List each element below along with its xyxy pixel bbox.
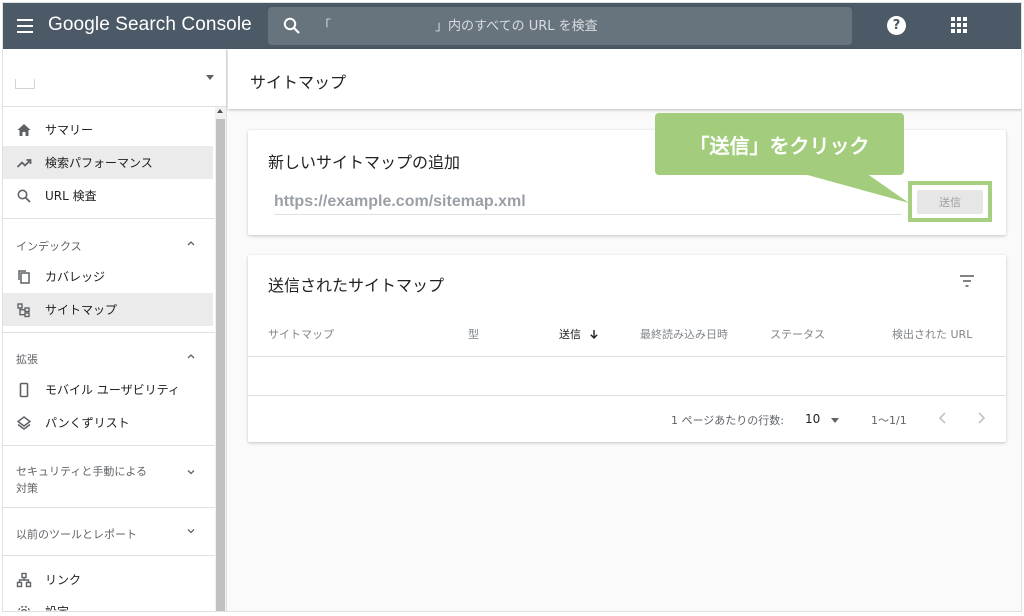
rows-per-page-select[interactable]: 10	[805, 412, 820, 426]
column-header-last-read[interactable]: 最終読み込み日時	[640, 326, 728, 342]
scroll-up-arrow-icon[interactable]	[217, 109, 223, 113]
column-header-label: 送信	[559, 328, 581, 341]
section-label: インデックス	[16, 240, 82, 253]
top-app-bar: Google Search Console ?	[3, 3, 1021, 49]
copy-icon	[18, 269, 30, 284]
page-title: サイトマップ	[250, 73, 347, 92]
sidebar-item-label: モバイル ユーザビリティ	[45, 383, 180, 397]
sidebar-divider	[3, 445, 215, 446]
app-window: Google Search Console ? サマリー 検索パフォーマンス	[2, 2, 1022, 612]
sidebar-divider	[3, 332, 215, 333]
sidebar-item-performance[interactable]: 検索パフォーマンス	[3, 146, 213, 179]
sitemap-icon	[17, 302, 30, 317]
column-header-submitted[interactable]: 送信	[559, 326, 599, 342]
sidebar-divider	[3, 218, 215, 219]
caret-down-icon	[206, 75, 214, 80]
section-label-line: 対策	[16, 482, 38, 495]
sidebar-item-url-inspection[interactable]: URL 検査	[3, 179, 213, 212]
sidebar-item-mobile-usability[interactable]: モバイル ユーザビリティ	[3, 373, 213, 406]
sidebar-item-settings[interactable]: 設定	[3, 595, 213, 612]
sidebar-item-summary[interactable]: サマリー	[3, 113, 213, 146]
section-label-line: セキュリティと手動による	[16, 465, 148, 478]
callout-text: 「送信」をクリック	[689, 134, 870, 158]
help-icon[interactable]: ?	[887, 16, 906, 35]
sidebar-section-security[interactable]: セキュリティと手動による 対策	[3, 455, 213, 495]
link-tree-icon	[16, 572, 32, 587]
url-inspection-search[interactable]	[268, 7, 852, 45]
sidebar-item-label: パンくずリスト	[45, 416, 130, 430]
chevron-down-icon	[187, 470, 195, 475]
scrollbar-thumb[interactable]	[216, 119, 225, 611]
caret-down-icon[interactable]	[831, 418, 839, 423]
sidebar-item-label: リンク	[45, 573, 82, 587]
trending-up-icon	[16, 158, 32, 168]
rows-per-page-label: 1 ページあたりの行数:	[671, 414, 784, 427]
table-header-divider	[248, 356, 1006, 357]
sidebar-section-legacy-tools[interactable]: 以前のツールとレポート	[3, 517, 213, 547]
chevron-left-icon[interactable]	[936, 410, 950, 426]
column-header-sitemap[interactable]: サイトマップ	[268, 326, 334, 342]
sidebar-item-links[interactable]: リンク	[3, 563, 213, 596]
smartphone-icon	[19, 382, 29, 397]
page-header: サイトマップ	[228, 49, 1021, 109]
column-header-status[interactable]: ステータス	[770, 326, 825, 342]
card-title: 送信されたサイトマップ	[268, 276, 445, 295]
section-label: 以前のツールとレポート	[16, 528, 137, 541]
callout-annotation: 「送信」をクリック	[655, 113, 904, 175]
submit-button[interactable]: 送信	[917, 190, 983, 214]
gear-icon	[17, 605, 31, 611]
submitted-sitemaps-card: 送信されたサイトマップ サイトマップ 型 送信 最終読み込み日時 ステータス 検…	[248, 255, 1006, 442]
sidebar-item-label: サマリー	[45, 123, 94, 137]
table-footer-divider	[248, 395, 1006, 396]
submit-highlight-box: 送信	[908, 181, 992, 222]
arrow-down-icon	[589, 330, 598, 339]
sidebar-item-label: 検索パフォーマンス	[45, 156, 153, 170]
card-title: 新しいサイトマップの追加	[268, 153, 461, 172]
layers-icon	[16, 415, 32, 430]
sidebar-scrollbar[interactable]	[215, 107, 226, 611]
sidebar-item-label: カバレッジ	[45, 270, 106, 284]
search-icon	[283, 17, 300, 34]
chevron-down-icon	[187, 529, 195, 534]
hamburger-menu-icon[interactable]	[15, 15, 37, 37]
apps-grid-icon[interactable]	[951, 17, 967, 33]
home-icon	[17, 123, 31, 136]
page-range: 1〜1/1	[871, 414, 907, 427]
sidebar-divider	[3, 507, 215, 508]
filter-icon[interactable]	[959, 274, 975, 288]
property-name	[15, 79, 35, 89]
sidebar-section-index[interactable]: インデックス	[3, 229, 213, 259]
property-selector[interactable]	[3, 49, 226, 107]
sidebar-item-breadcrumbs[interactable]: パンくずリスト	[3, 406, 213, 439]
sidebar-item-label: URL 検査	[45, 189, 97, 203]
chevron-up-icon	[187, 354, 195, 359]
column-header-discovered-urls[interactable]: 検出された URL	[892, 326, 972, 342]
chevron-right-icon[interactable]	[974, 410, 988, 426]
column-header-type[interactable]: 型	[468, 326, 479, 342]
sidebar-item-label: サイトマップ	[45, 303, 118, 317]
callout-pointer	[793, 171, 909, 203]
sidebar-item-sitemaps[interactable]: サイトマップ	[3, 293, 213, 326]
section-label: セキュリティと手動による 対策	[16, 463, 147, 497]
search-input[interactable]	[318, 7, 838, 45]
search-icon	[17, 189, 31, 203]
app-logo[interactable]: Google Search Console	[48, 14, 252, 36]
sidebar-section-enhancements[interactable]: 拡張	[3, 342, 213, 372]
sidebar-item-label: 設定	[45, 605, 70, 612]
section-label: 拡張	[16, 353, 38, 366]
sidebar-divider	[3, 555, 215, 556]
sidebar-item-coverage[interactable]: カバレッジ	[3, 260, 213, 293]
sidebar: サマリー 検索パフォーマンス URL 検査 インデックス カバレッジ サイトマッ…	[3, 49, 227, 612]
chevron-up-icon	[187, 241, 195, 246]
